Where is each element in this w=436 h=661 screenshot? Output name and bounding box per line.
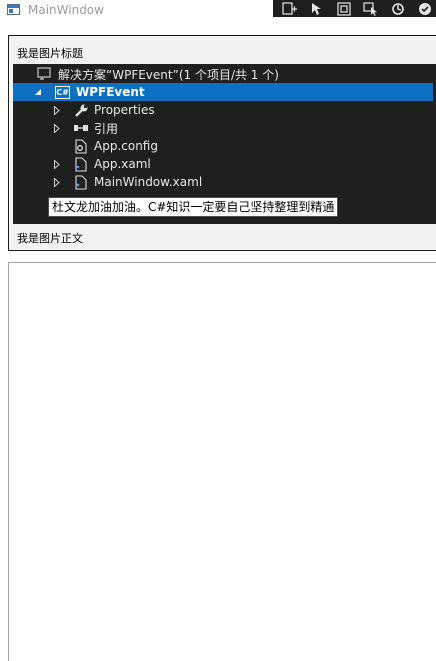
- display-layout-adorners-icon[interactable]: [334, 1, 354, 16]
- wrench-icon: [73, 102, 89, 118]
- image-panel: 我是图片标题 解决方案“WPFEvent”(1 个项目/共 1 个) C# WP…: [8, 35, 436, 251]
- tree-row-properties: Properties: [13, 101, 436, 119]
- window-title: MainWindow: [28, 3, 104, 17]
- expanded-arrow-icon: [34, 87, 42, 97]
- tree-row-project: C# WPFEvent: [13, 83, 433, 101]
- tree-item-label: App.config: [94, 139, 158, 153]
- tree-item-label: 引用: [94, 121, 119, 136]
- tree-row-app-xaml: App.xaml: [13, 155, 436, 173]
- xaml-debug-toolbar: [273, 0, 436, 17]
- tree-row-solution: 解决方案“WPFEvent”(1 个项目/共 1 个): [13, 65, 436, 83]
- track-focused-element-icon[interactable]: [361, 1, 381, 16]
- tree-row-mainwindow-xaml: MainWindow.xaml: [13, 173, 436, 191]
- solution-label: 解决方案“WPFEvent”(1 个项目/共 1 个): [58, 67, 279, 82]
- title-bar[interactable]: MainWindow: [0, 0, 436, 22]
- tree-row-references: 引用: [13, 119, 436, 137]
- image-heading: 我是图片标题: [17, 47, 83, 60]
- tree-row-app-config: App.config: [13, 137, 436, 155]
- collapsed-arrow-icon: [53, 159, 61, 169]
- content-area[interactable]: [8, 262, 436, 661]
- tree-item-label: MainWindow.xaml: [94, 175, 203, 189]
- xaml-file-icon: [73, 156, 89, 172]
- csharp-project-icon: C#: [55, 85, 70, 99]
- window-app-icon: [7, 4, 20, 15]
- collapsed-arrow-icon: [53, 177, 61, 187]
- solution-icon: [36, 66, 52, 82]
- tooltip: 杜文龙加油加油。C#知识一定要自己坚持整理到精通: [48, 197, 339, 217]
- collapsed-arrow-icon: [53, 105, 61, 115]
- xaml-file-icon: [73, 174, 89, 190]
- tree-item-label: App.xaml: [94, 157, 151, 171]
- check-status-icon[interactable]: [415, 1, 435, 16]
- config-file-icon: [73, 138, 89, 154]
- tree-item-label: Properties: [94, 103, 155, 117]
- project-label: WPFEvent: [76, 85, 145, 99]
- collapsed-arrow-icon: [53, 123, 61, 133]
- go-to-live-visual-tree-icon[interactable]: [280, 1, 300, 16]
- hot-reload-icon[interactable]: [388, 1, 408, 16]
- select-element-icon[interactable]: [307, 1, 327, 16]
- image-caption: 我是图片正文: [17, 232, 83, 245]
- references-icon: [73, 120, 89, 136]
